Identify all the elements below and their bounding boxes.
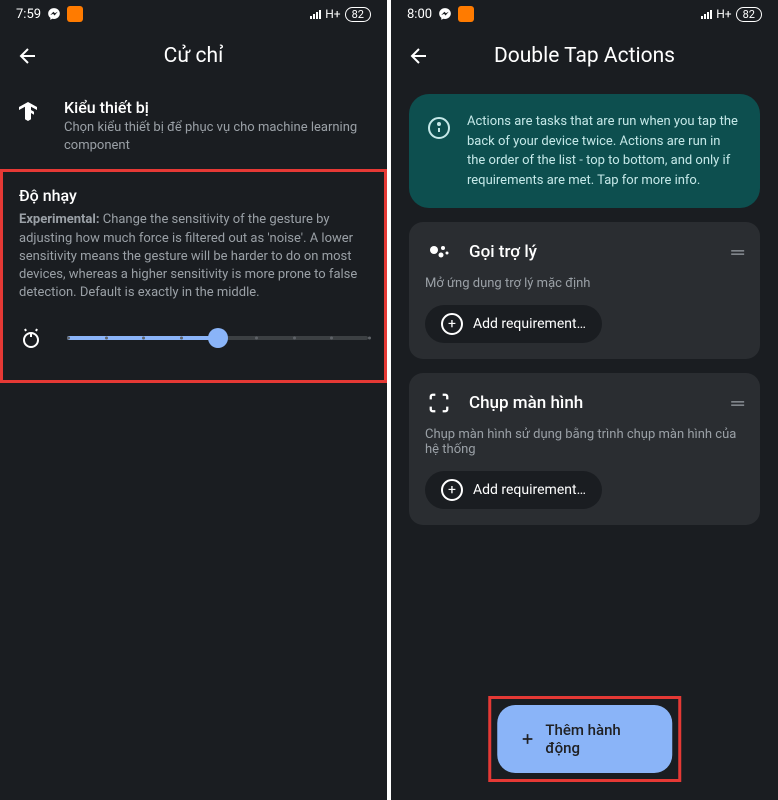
phone-right: 8:00 H+ 82 Double Tap Actions Actions ar… [391, 0, 778, 800]
header: Double Tap Actions [391, 28, 778, 84]
page-title: Cử chỉ [16, 44, 371, 68]
device-type-title: Kiểu thiết bị [64, 98, 371, 117]
info-icon [427, 116, 451, 140]
page-title: Double Tap Actions [407, 44, 762, 68]
back-button[interactable] [407, 44, 431, 68]
sensitivity-icon [19, 326, 43, 350]
action-title: Gọi trợ lý [469, 242, 715, 262]
action-card-assistant[interactable]: Gọi trợ lý ═ Mở ứng dụng trợ lý mặc định… [409, 222, 760, 359]
sensitivity-desc: Experimental: Change the sensitivity of … [19, 211, 368, 302]
status-bar: 8:00 H+ 82 [391, 0, 778, 28]
drag-handle-icon[interactable]: ═ [731, 393, 744, 414]
action-card-screenshot[interactable]: Chụp màn hình ═ Chụp màn hình sử dụng bằ… [409, 373, 760, 525]
sensitivity-section-highlight: Độ nhạy Experimental: Change the sensiti… [0, 169, 387, 383]
messenger-icon [47, 7, 61, 21]
info-text: Actions are tasks that are run when you … [467, 112, 742, 190]
action-desc: Chụp màn hình sử dụng bằng trình chụp mà… [425, 427, 744, 457]
header: Cử chỉ [0, 28, 387, 84]
add-action-fab[interactable]: Thêm hành động [497, 705, 673, 773]
status-bar: 7:59 H+ 82 [0, 0, 387, 28]
fab-highlight: Thêm hành động [488, 696, 682, 782]
status-time: 8:00 [407, 7, 432, 22]
plus-circle-icon: + [441, 479, 463, 501]
device-type-setting[interactable]: Kiểu thiết bị Chọn kiểu thiết bị để phục… [0, 84, 387, 169]
signal-icon [310, 10, 321, 19]
assistant-icon [425, 238, 453, 266]
action-desc: Mở ứng dụng trợ lý mặc định [425, 276, 744, 291]
info-card[interactable]: Actions are tasks that are run when you … [409, 94, 760, 208]
signal-icon [701, 10, 712, 19]
network-type: H+ [716, 7, 731, 21]
sensitivity-title: Độ nhạy [19, 186, 368, 205]
drag-handle-icon[interactable]: ═ [731, 242, 744, 263]
action-title: Chụp màn hình [469, 393, 715, 413]
network-type: H+ [325, 7, 340, 21]
messenger-icon [438, 7, 452, 21]
status-time: 7:59 [16, 7, 41, 22]
sensitivity-slider[interactable] [67, 328, 368, 348]
app-icon [458, 6, 474, 22]
phone-left: 7:59 H+ 82 Cử chỉ Kiểu thiết bị Chọn kiể… [0, 0, 387, 800]
tensorflow-icon [16, 100, 40, 124]
device-type-desc: Chọn kiểu thiết bị để phục vụ cho machin… [64, 119, 371, 155]
slider-thumb[interactable] [208, 328, 228, 348]
app-icon [67, 6, 83, 22]
add-requirement-button[interactable]: + Add requirement… [425, 471, 602, 509]
battery-level: 82 [345, 7, 371, 22]
fullscreen-icon [425, 389, 453, 417]
add-requirement-button[interactable]: + Add requirement… [425, 305, 602, 343]
plus-icon [519, 730, 536, 748]
battery-level: 82 [736, 7, 762, 22]
plus-circle-icon: + [441, 313, 463, 335]
back-button[interactable] [16, 44, 40, 68]
